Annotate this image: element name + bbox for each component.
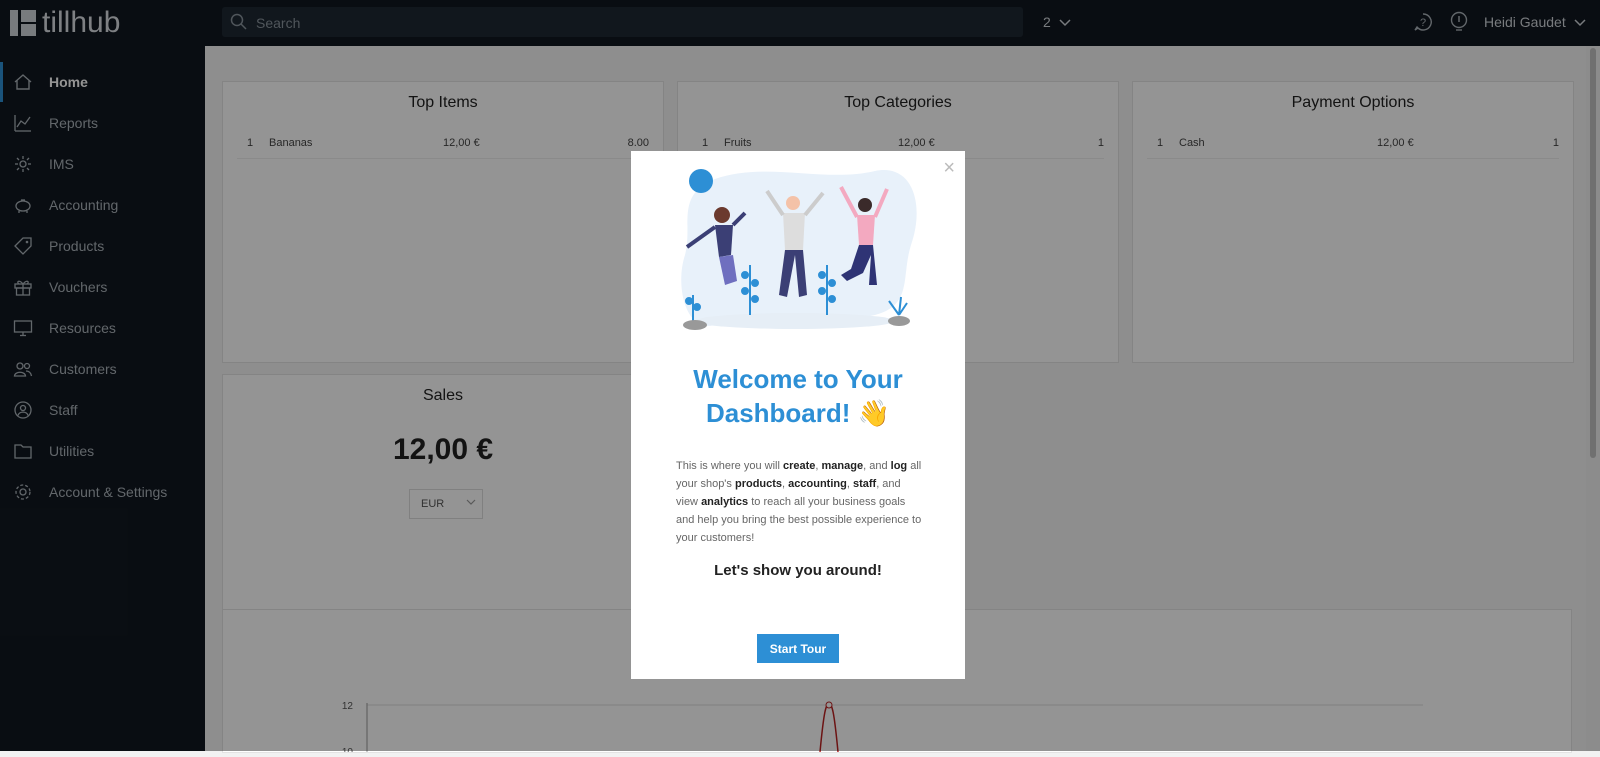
modal-title-line: Welcome to Your (693, 364, 903, 394)
text-emphasis: manage (821, 460, 864, 472)
welcome-modal: × Welcome to Your Dashboard! 👋 This is w… (631, 151, 965, 679)
text-emphasis: log (890, 460, 908, 472)
text-emphasis: staff (852, 478, 877, 490)
text-emphasis: create (782, 460, 816, 472)
modal-title-line: Dashboard! 👋 (705, 398, 891, 428)
text-emphasis: analytics (701, 496, 749, 508)
start-tour-button[interactable]: Start Tour (757, 634, 839, 663)
text-emphasis: products (734, 478, 783, 490)
welcome-illustration (681, 169, 917, 330)
modal-subtitle: Let's show you around! (714, 562, 882, 579)
close-icon[interactable]: × (943, 157, 955, 180)
modal-title: Welcome to Your Dashboard! 👋 (631, 362, 965, 430)
text-fragment: , and (863, 460, 891, 472)
text-emphasis: accounting (788, 478, 847, 490)
modal-description: This is where you will create, manage, a… (676, 457, 924, 547)
text-fragment: This is where you will (676, 460, 783, 472)
